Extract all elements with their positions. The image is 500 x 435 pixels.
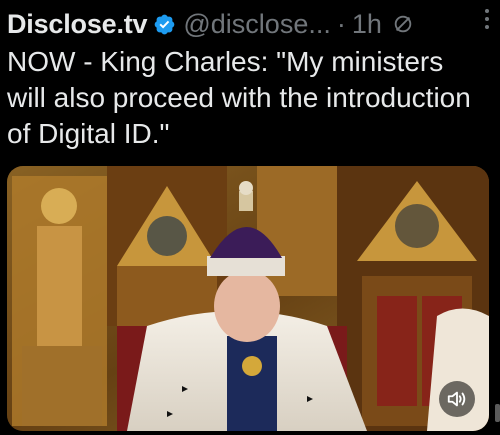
author-display-name[interactable]: Disclose.tv: [7, 9, 148, 40]
post-text: NOW - King Charles: "My ministers will a…: [7, 46, 479, 149]
grok-icon[interactable]: [392, 13, 414, 35]
separator-dot: ·: [336, 8, 346, 39]
speaker-icon: [447, 391, 466, 407]
scrollbar-thumb[interactable]: [495, 404, 500, 422]
verified-badge-icon: [155, 14, 175, 34]
post-video[interactable]: [7, 166, 489, 431]
author-handle[interactable]: @disclose...: [183, 9, 330, 40]
post-time[interactable]: 1h: [352, 9, 382, 40]
sound-toggle-button[interactable]: [439, 381, 475, 417]
more-options-icon[interactable]: [484, 8, 490, 30]
video-frame: [7, 166, 489, 431]
post-header: Disclose.tv @disclose... · 1h: [7, 6, 495, 42]
